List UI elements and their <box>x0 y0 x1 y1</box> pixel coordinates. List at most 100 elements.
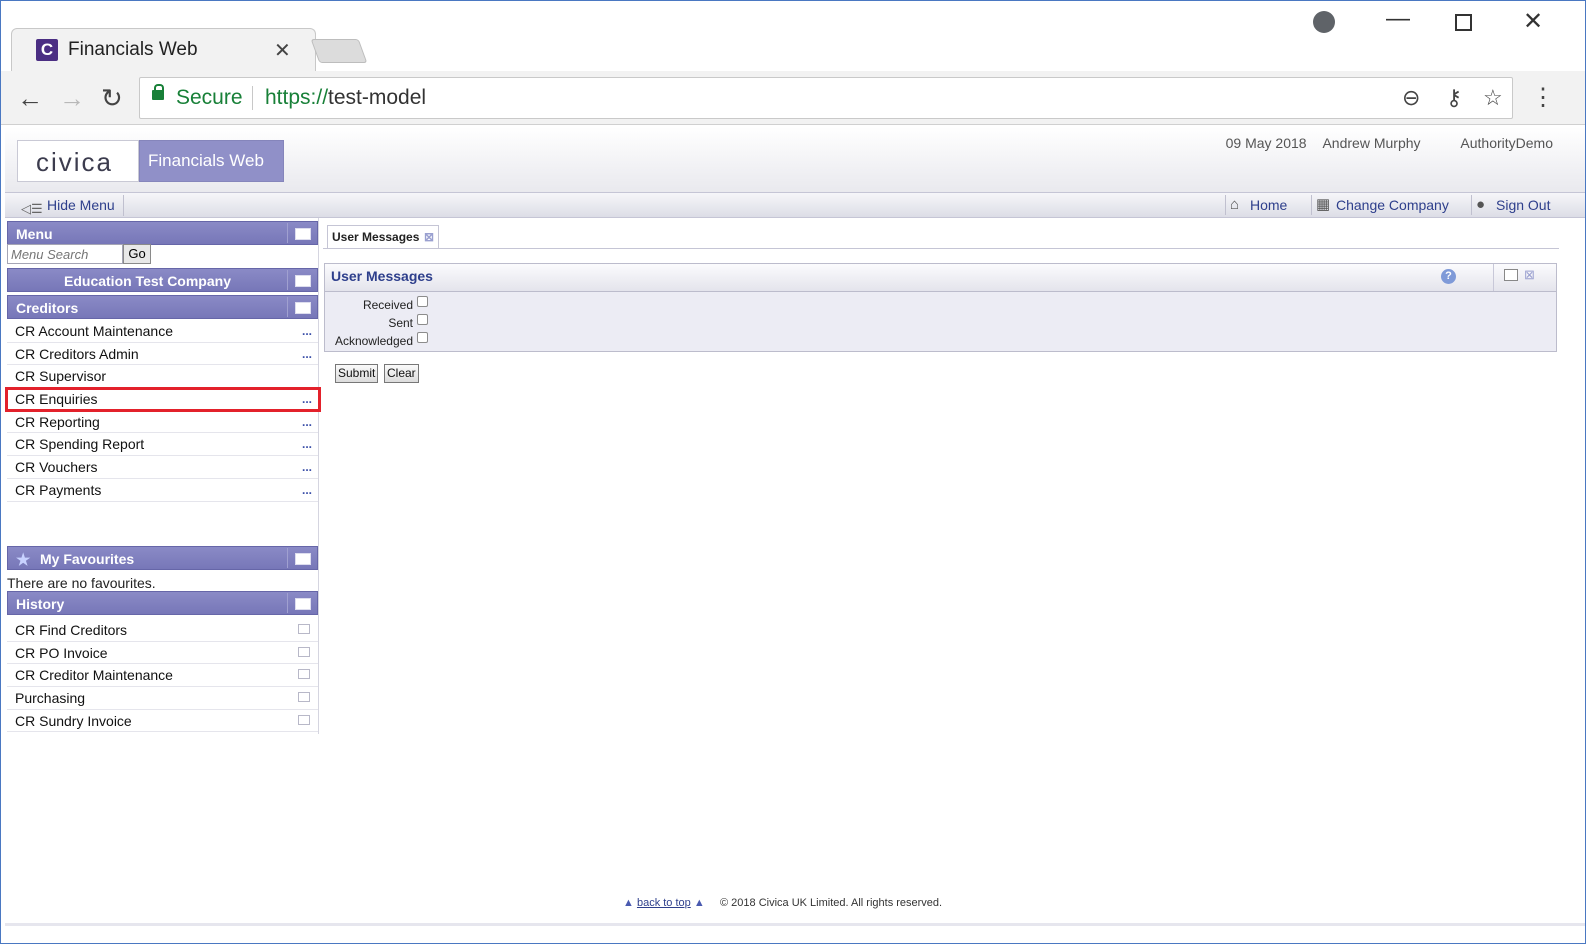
building-icon: ▦ <box>1316 196 1331 213</box>
menu-item-label: CR Creditors Admin <box>15 345 139 362</box>
creditors-title: Creditors <box>16 300 79 316</box>
open-window-icon[interactable] <box>298 646 310 657</box>
user-messages-panel: User Messages ? ⊠ Received Sent Acknowle… <box>324 263 1557 352</box>
app-header: civica Financials Web 09 May 2018 Andrew… <box>5 127 1585 193</box>
menu-title: Menu <box>16 226 53 242</box>
key-icon[interactable]: ⚷ <box>1446 85 1462 111</box>
menu-item-label: CR Spending Report <box>15 436 145 453</box>
history-item-purchasing[interactable]: Purchasing <box>7 687 318 710</box>
menu-item-cr-vouchers[interactable]: CR Vouchers... <box>7 456 318 479</box>
maximize-icon[interactable] <box>1455 14 1472 31</box>
more-icon[interactable]: ... <box>302 411 312 433</box>
menu-item-label: CR Supervisor <box>15 368 107 385</box>
company-header[interactable]: Education Test Company <box>7 268 318 292</box>
reload-icon[interactable]: ↻ <box>101 83 123 114</box>
favourites-toggle-icon[interactable] <box>287 548 315 568</box>
minimize-icon[interactable]: — <box>1386 5 1410 33</box>
new-window-icon[interactable] <box>1504 269 1518 281</box>
page-footer: ▲ back to top ▲ © 2018 Civica UK Limited… <box>623 897 942 909</box>
tab-close-icon[interactable]: ✕ <box>274 38 291 63</box>
panel-tools: ⊠ <box>1493 264 1557 291</box>
menu-item-cr-creditors-admin[interactable]: CR Creditors Admin... <box>7 343 318 366</box>
url-text[interactable]: https://test-model <box>265 86 426 110</box>
tab-close-icon[interactable]: ⊠ <box>424 226 434 248</box>
menu-item-cr-spending-report[interactable]: CR Spending Report... <box>7 433 318 457</box>
back-arrow-icon[interactable]: ← <box>17 83 43 114</box>
help-icon[interactable]: ? <box>1441 269 1456 284</box>
bottom-divider <box>5 923 1585 926</box>
profile-icon[interactable] <box>1313 11 1335 33</box>
acknowledged-label: Acknowledged <box>334 334 413 348</box>
history-toggle-icon[interactable] <box>287 593 315 613</box>
header-user: Andrew Murphy <box>1322 135 1421 151</box>
more-icon[interactable]: ... <box>302 479 312 501</box>
menu-item-cr-supervisor[interactable]: CR Supervisor <box>7 365 318 389</box>
history-item-cr-creditor-maintenance[interactable]: CR Creditor Maintenance <box>7 664 318 688</box>
tab-user-messages[interactable]: User Messages ⊠ <box>327 225 439 249</box>
browser-tab-strip: C Financials Web ✕ — ✕ <box>1 1 1585 72</box>
zoom-out-icon[interactable]: ⊖ <box>1402 85 1420 111</box>
panel-close-icon[interactable]: ⊠ <box>1524 267 1535 283</box>
menu-item-cr-account-maintenance[interactable]: CR Account Maintenance... <box>7 320 318 343</box>
clear-button[interactable]: Clear <box>384 364 419 383</box>
history-item-label: Purchasing <box>15 690 86 707</box>
browser-menu-icon[interactable]: ⋮ <box>1531 83 1555 112</box>
home-label: Home <box>1250 197 1288 213</box>
more-icon[interactable]: ... <box>302 343 312 365</box>
favourites-star-icon: ★ <box>16 552 31 569</box>
open-window-icon[interactable] <box>298 669 310 680</box>
sign-out-label: Sign Out <box>1496 197 1551 213</box>
url-scheme: https:// <box>265 86 329 109</box>
menu-item-label: CR Vouchers <box>15 459 98 476</box>
address-bar[interactable]: Secure https://test-model ⊖ ⚷ ☆ <box>139 77 1513 119</box>
open-window-icon[interactable] <box>298 692 310 703</box>
menu-item-cr-reporting[interactable]: CR Reporting... <box>7 411 318 434</box>
company-name: Education Test Company <box>64 273 231 289</box>
history-item-cr-find-creditors[interactable]: CR Find Creditors <box>7 619 318 642</box>
address-separator <box>252 86 253 110</box>
sign-out-button[interactable]: ● Sign Out <box>1471 195 1581 215</box>
history-item-cr-sundry-invoice[interactable]: CR Sundry Invoice <box>7 710 318 733</box>
bookmark-star-icon[interactable]: ☆ <box>1483 85 1503 111</box>
panel-header: User Messages ? ⊠ <box>325 264 1556 292</box>
hide-menu-label: Hide Menu <box>47 197 115 213</box>
history-title: History <box>16 596 65 612</box>
open-window-icon[interactable] <box>298 624 310 634</box>
home-button[interactable]: ⌂ Home <box>1225 195 1301 215</box>
new-tab-button[interactable] <box>310 39 368 63</box>
favourites-title: My Favourites <box>40 551 135 567</box>
menu-search-input[interactable] <box>7 244 123 264</box>
up-arrow-icon: ▲ <box>693 897 705 909</box>
history-list: CR Find Creditors CR PO Invoice CR Credi… <box>7 619 318 733</box>
user-signout-icon: ● <box>1476 196 1486 213</box>
open-window-icon[interactable] <box>298 714 310 725</box>
menu-item-cr-payments[interactable]: CR Payments... <box>7 479 318 502</box>
history-header: History <box>7 591 318 615</box>
header-info: 09 May 2018 Andrew Murphy AuthorityDemo <box>1214 135 1553 151</box>
history-item-cr-po-invoice[interactable]: CR PO Invoice <box>7 642 318 665</box>
civica-favicon-icon: C <box>36 39 58 61</box>
acknowledged-checkbox[interactable] <box>417 332 428 343</box>
browser-tab[interactable]: C Financials Web ✕ <box>11 28 316 72</box>
company-toggle-icon[interactable] <box>287 270 315 290</box>
menu-toggle-icon[interactable] <box>287 223 315 243</box>
logo-text: civica <box>36 147 114 177</box>
received-checkbox[interactable] <box>417 296 428 307</box>
window-close-icon[interactable]: ✕ <box>1523 7 1543 36</box>
favourites-header: ★ My Favourites <box>7 546 318 570</box>
more-icon[interactable]: ... <box>302 456 312 478</box>
more-icon[interactable]: ... <box>302 433 312 455</box>
menu-go-button[interactable]: Go <box>123 244 151 264</box>
section-up-icon[interactable] <box>287 297 315 317</box>
product-name: Financials Web <box>148 151 264 170</box>
menu-pane: Menu Go Education Test Company Creditors… <box>5 218 321 734</box>
more-icon[interactable]: ... <box>302 320 312 342</box>
hide-menu-button[interactable]: ◁☰ Hide Menu <box>13 195 124 216</box>
submit-button[interactable]: Submit <box>335 364 379 383</box>
sent-checkbox[interactable] <box>417 314 428 325</box>
change-company-button[interactable]: ▦ Change Company <box>1311 195 1459 215</box>
highlight-box <box>5 387 321 412</box>
forward-arrow-icon[interactable]: → <box>59 83 85 114</box>
back-to-top-link[interactable]: back to top <box>637 897 691 909</box>
menu-item-label: CR Payments <box>15 481 102 498</box>
